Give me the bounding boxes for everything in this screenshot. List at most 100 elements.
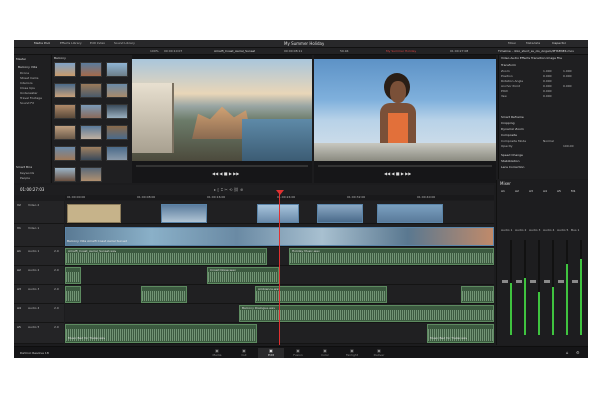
media-thumbnail[interactable] <box>54 125 76 140</box>
row-value[interactable]: 0.000 <box>543 94 552 98</box>
page-tab-edit[interactable]: ▣ Edit <box>258 348 284 358</box>
tab-metadata[interactable]: Metadata <box>526 41 540 45</box>
clip-a2[interactable]: Crowd Noise.wav <box>207 267 279 284</box>
clip-v2[interactable] <box>161 204 207 223</box>
row-value[interactable]: 1.000 <box>543 69 552 73</box>
page-tab-fairlight[interactable]: ▣ Fairlight <box>339 348 365 358</box>
bin-master[interactable]: Master <box>16 57 26 61</box>
inspector-tab-audio[interactable]: Audio <box>510 56 519 60</box>
clip-v2-title[interactable] <box>67 204 121 223</box>
clip-a3[interactable] <box>461 286 494 303</box>
bin-item[interactable]: Drone <box>20 71 29 75</box>
media-thumbnail[interactable] <box>54 167 76 182</box>
bin-item[interactable]: Balcony Villa <box>18 65 37 69</box>
media-thumbnail[interactable] <box>54 146 76 161</box>
page-tab-cut[interactable]: ▣ Cut <box>231 348 257 358</box>
track-header-a5[interactable]: A5 Audio 5 2.0 <box>14 323 64 344</box>
smart-bin-item[interactable]: People <box>20 176 30 180</box>
media-thumbnail[interactable] <box>106 104 128 119</box>
clip-a3[interactable] <box>65 286 81 303</box>
media-thumbnail[interactable] <box>80 167 102 182</box>
inspector-tab-effects[interactable]: Effects <box>520 56 530 60</box>
source-scrub-bar[interactable] <box>136 165 308 167</box>
mixer-fader[interactable] <box>502 280 508 283</box>
track-header-a1[interactable]: A1 Audio 1 2.0 <box>14 247 64 266</box>
media-thumbnail[interactable] <box>106 125 128 140</box>
media-thumbnail[interactable] <box>106 62 128 77</box>
bin-item[interactable]: Interiors <box>20 81 33 85</box>
mixer-fader[interactable] <box>530 280 536 283</box>
track-header-a4[interactable]: A4 Audio 4 2.0 <box>14 304 64 323</box>
section-transform[interactable]: Transform <box>501 63 587 68</box>
inspector-tab-image[interactable]: Image <box>547 56 556 60</box>
media-thumbnail[interactable] <box>80 125 102 140</box>
tab-inspector[interactable]: Inspector <box>552 41 566 45</box>
page-tab-color[interactable]: ▣ Color <box>312 348 338 358</box>
clip-a3[interactable]: Ambience.wav <box>255 286 387 303</box>
media-thumbnail[interactable] <box>54 62 76 77</box>
clip-v2[interactable] <box>257 204 299 223</box>
mixer-fader[interactable] <box>572 280 578 283</box>
page-tab-deliver[interactable]: ▣ Deliver <box>366 348 392 358</box>
tab-edit-index[interactable]: Edit Index <box>90 41 105 45</box>
section-cropping[interactable]: Cropping <box>501 121 587 126</box>
playhead[interactable] <box>279 192 280 345</box>
tab-effects-library[interactable]: Effects Library <box>60 41 82 45</box>
opacity-value[interactable]: 100.00 <box>563 144 574 148</box>
mixer-fader[interactable] <box>516 280 522 283</box>
media-thumbnail[interactable] <box>80 146 102 161</box>
mixer-fader[interactable] <box>558 280 564 283</box>
program-transport-controls[interactable]: ◀◀ ◀ ■ ▶ ▶▶ <box>384 171 411 176</box>
bin-item[interactable]: Travel Footage <box>20 96 42 100</box>
bin-item[interactable]: Sound FX <box>20 101 34 105</box>
source-transport-controls[interactable]: ◀◀ ◀ ■ ▶ ▶▶ <box>212 171 239 176</box>
bin-item[interactable]: Underwater <box>20 91 38 95</box>
media-thumbnail[interactable] <box>80 104 102 119</box>
track-header-v1[interactable]: V1 Video 1 <box>14 224 64 247</box>
inspector-tab-transition[interactable]: Transition <box>531 56 546 60</box>
mixer-fader[interactable] <box>544 280 550 283</box>
edit-tools[interactable]: ▸ ▯ ⌶ ✂ ⟲ ⛓ ⊕ <box>214 187 243 192</box>
track-header-v2[interactable]: V2 Video 2 <box>14 201 64 224</box>
clip-a1[interactable]: Amalfi_Coast_Aerial_Sunset.wav <box>65 248 267 265</box>
bin-item[interactable]: Street Cams <box>20 76 39 80</box>
track-header-a3[interactable]: A3 Audio 3 2.0 <box>14 285 64 304</box>
program-scrub-bar[interactable] <box>318 165 492 167</box>
playhead-handle[interactable] <box>276 190 284 195</box>
section-dynamic-zoom[interactable]: Dynamic Zoom <box>501 127 587 132</box>
row-value[interactable]: 0.000 <box>543 89 552 93</box>
page-tab-media[interactable]: ▣ Media <box>204 348 230 358</box>
clip-a5[interactable]: Music Bed for Trailer.wav <box>65 324 257 343</box>
bin-item[interactable]: Close Ups <box>20 86 35 90</box>
page-tab-fusion[interactable]: ▣ Fusion <box>285 348 311 358</box>
row-value[interactable]: 0.000 <box>543 84 552 88</box>
clip-a5[interactable]: Music Bed for Trailer.wav <box>427 324 494 343</box>
home-icon[interactable]: ⌂ <box>566 350 569 355</box>
section-stabilization[interactable]: Stabilization <box>501 159 587 164</box>
clip-v2[interactable] <box>377 204 443 223</box>
media-thumbnail[interactable] <box>54 104 76 119</box>
section-lens-correction[interactable]: Lens Correction <box>501 165 587 170</box>
row-value[interactable]: 0.000 <box>543 79 552 83</box>
media-thumbnail[interactable] <box>54 83 76 98</box>
smart-bin-item[interactable]: Keywords <box>20 171 34 175</box>
inspector-tab-file[interactable]: File <box>557 56 562 60</box>
inspector-tabs[interactable]: Video Audio Effects Transition Image Fil… <box>501 56 588 60</box>
source-video-frame[interactable] <box>132 59 312 161</box>
row-value[interactable]: 0.000 <box>563 84 572 88</box>
clip-a1[interactable]: Holiday Music.wav <box>289 248 494 265</box>
program-video-frame[interactable] <box>314 59 496 161</box>
clip-a4[interactable]: Balcony Dialogue.wav <box>239 305 494 322</box>
media-thumbnail[interactable] <box>106 83 128 98</box>
composite-mode-select[interactable]: Normal <box>543 139 554 143</box>
section-smart-reframe[interactable]: Smart Reframe <box>501 115 587 120</box>
inspector-tab-video[interactable]: Video <box>501 56 509 60</box>
row-value[interactable]: 0.000 <box>543 74 552 78</box>
tab-media-pool[interactable]: Media Pool <box>34 41 50 45</box>
section-composite[interactable]: Composite <box>501 133 587 138</box>
source-zoom[interactable]: 100% <box>150 49 159 53</box>
gear-icon[interactable]: ⚙ <box>576 350 580 355</box>
media-thumbnail[interactable] <box>106 146 128 161</box>
clip-v2[interactable] <box>317 204 363 223</box>
media-thumbnail[interactable] <box>80 62 102 77</box>
